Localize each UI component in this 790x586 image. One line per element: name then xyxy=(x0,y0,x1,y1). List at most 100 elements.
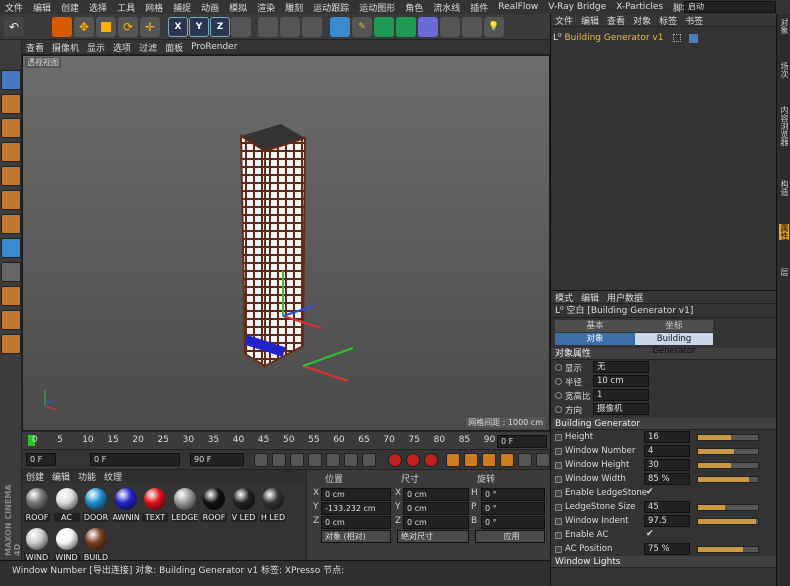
menu-item[interactable]: 编辑 xyxy=(28,1,56,14)
prop-slider[interactable] xyxy=(697,462,759,469)
material-swatch[interactable]: BUILD xyxy=(83,528,109,562)
y-axis-icon[interactable]: Y xyxy=(189,17,209,37)
render-settings-icon[interactable] xyxy=(302,17,322,37)
menu-item[interactable]: 网格 xyxy=(140,1,168,14)
tweak-icon[interactable] xyxy=(1,238,21,258)
prop-value[interactable]: 97.5 xyxy=(644,515,690,527)
render-view-icon[interactable] xyxy=(258,17,278,37)
object-menu-item[interactable]: 文件 xyxy=(551,14,577,27)
position-field[interactable]: 0 cm xyxy=(321,516,391,529)
animate-dot-icon[interactable] xyxy=(555,532,562,539)
apply-button[interactable]: 应用 xyxy=(475,530,545,543)
animate-dot-icon[interactable] xyxy=(555,490,562,497)
animate-dot-icon[interactable] xyxy=(555,392,562,399)
animate-dot-icon[interactable] xyxy=(555,462,562,469)
animate-dot-icon[interactable] xyxy=(555,434,562,441)
vertical-tab[interactable]: 层 xyxy=(779,268,789,276)
prop-slider[interactable] xyxy=(697,448,759,455)
menu-item[interactable]: 创建 xyxy=(56,1,84,14)
material-swatch[interactable]: ROOF xyxy=(24,488,50,522)
material-swatch[interactable]: AC xyxy=(53,488,80,522)
prop-value[interactable]: 30 xyxy=(644,459,690,471)
coord-mode-select[interactable]: 对象 (相对) xyxy=(321,530,391,543)
subdivision-icon[interactable] xyxy=(374,17,394,37)
record-icon[interactable] xyxy=(388,453,402,467)
menu-item[interactable]: V-Ray Bridge xyxy=(543,2,611,12)
z-axis-icon[interactable]: Z xyxy=(210,17,230,37)
vertical-tab[interactable]: 对象 xyxy=(779,18,789,34)
prop-value[interactable]: 10 cm xyxy=(593,375,649,387)
render-icon[interactable] xyxy=(280,17,300,37)
viewport[interactable]: 透视视图 网格间距 : 1000 cm xyxy=(22,55,550,431)
floor-icon[interactable] xyxy=(440,17,460,37)
select-icon[interactable] xyxy=(52,17,72,37)
menu-item[interactable]: 模拟 xyxy=(224,1,252,14)
size-field[interactable]: 0 cm xyxy=(403,488,469,501)
prev-frame-icon[interactable] xyxy=(290,453,304,467)
camera-icon[interactable] xyxy=(462,17,482,37)
material-menu-item[interactable]: 创建 xyxy=(22,470,48,483)
menu-item[interactable]: X-Particles xyxy=(611,2,668,12)
prop-value[interactable]: 85 % xyxy=(644,473,690,485)
size-mode-select[interactable]: 绝对尺寸 xyxy=(397,530,469,543)
building-model[interactable] xyxy=(23,56,550,431)
prop-checkbox[interactable]: ✔ xyxy=(646,487,654,497)
prop-value[interactable]: 1 xyxy=(593,389,649,401)
rotation-key-icon[interactable] xyxy=(482,453,496,467)
object-menu-item[interactable]: 编辑 xyxy=(577,14,603,27)
next-key-icon[interactable] xyxy=(344,453,358,467)
texture-mode-icon[interactable] xyxy=(1,118,21,138)
material-menu-item[interactable]: 纹理 xyxy=(100,470,126,483)
goto-start-icon[interactable] xyxy=(254,453,268,467)
viewport-menu-item[interactable]: 显示 xyxy=(83,41,109,54)
size-field[interactable]: 0 cm xyxy=(403,516,469,529)
undo-icon[interactable]: ↶ xyxy=(4,17,24,37)
next-frame-icon[interactable] xyxy=(326,453,340,467)
animate-dot-icon[interactable] xyxy=(555,406,562,413)
material-swatch[interactable]: WIND xyxy=(24,528,50,562)
cube-icon[interactable] xyxy=(330,17,350,37)
animate-dot-icon[interactable] xyxy=(555,378,562,385)
prop-slider[interactable] xyxy=(697,546,759,553)
axis-mode-icon[interactable] xyxy=(1,214,21,234)
start-frame-field[interactable]: 0 F xyxy=(90,453,180,466)
attribute-menu-item[interactable]: 用户数据 xyxy=(603,291,647,304)
prop-value[interactable]: 4 xyxy=(644,445,690,457)
deformer-icon[interactable] xyxy=(418,17,438,37)
grid-icon[interactable] xyxy=(1,334,21,354)
generator-icon[interactable] xyxy=(396,17,416,37)
attribute-menu-item[interactable]: 编辑 xyxy=(577,291,603,304)
prop-value[interactable]: 75 % xyxy=(644,543,690,555)
x-axis-icon[interactable]: X xyxy=(168,17,188,37)
viewport-menu-item[interactable]: 查看 xyxy=(22,41,48,54)
animate-dot-icon[interactable] xyxy=(555,364,562,371)
rotation-field[interactable]: 0 ° xyxy=(481,488,545,501)
animate-dot-icon[interactable] xyxy=(555,476,562,483)
menu-item[interactable]: 动画 xyxy=(196,1,224,14)
prop-slider[interactable] xyxy=(697,476,759,483)
menu-item[interactable]: RealFlow xyxy=(493,2,543,12)
window-lights-section[interactable]: Window Lights xyxy=(551,556,776,568)
prop-slider[interactable] xyxy=(697,504,759,511)
tab-object[interactable]: 对象 xyxy=(555,333,635,345)
prop-slider[interactable] xyxy=(697,434,759,441)
prop-slider[interactable] xyxy=(697,518,759,525)
scale-icon[interactable] xyxy=(96,17,116,37)
vertical-tab[interactable]: 属性 xyxy=(779,224,789,240)
material-swatch[interactable]: H LED xyxy=(260,488,286,522)
object-menu-item[interactable]: 对象 xyxy=(629,14,655,27)
attribute-menu-item[interactable]: 模式 xyxy=(551,291,577,304)
vertical-tab[interactable]: 构造 xyxy=(779,180,789,196)
viewport-menu-item[interactable]: 过滤 xyxy=(135,41,161,54)
prev-key-icon[interactable] xyxy=(272,453,286,467)
prop-value[interactable]: 摄像机 xyxy=(593,403,649,415)
material-menu-item[interactable]: 编辑 xyxy=(48,470,74,483)
material-swatch[interactable]: AWNIN xyxy=(112,488,139,522)
prop-value[interactable]: 16 xyxy=(644,431,690,443)
vertical-tab[interactable]: 场次 xyxy=(779,62,789,78)
viewport-menu-item[interactable]: ProRender xyxy=(187,42,241,52)
prop-value[interactable]: 45 xyxy=(644,501,690,513)
timeline[interactable]: 0 F 0 5 10 15 20 25 30 35 40 45 50 55 60 65 70 75 80 85 90 xyxy=(22,431,550,449)
move-icon[interactable]: ✥ xyxy=(74,17,94,37)
animate-dot-icon[interactable] xyxy=(555,518,562,525)
